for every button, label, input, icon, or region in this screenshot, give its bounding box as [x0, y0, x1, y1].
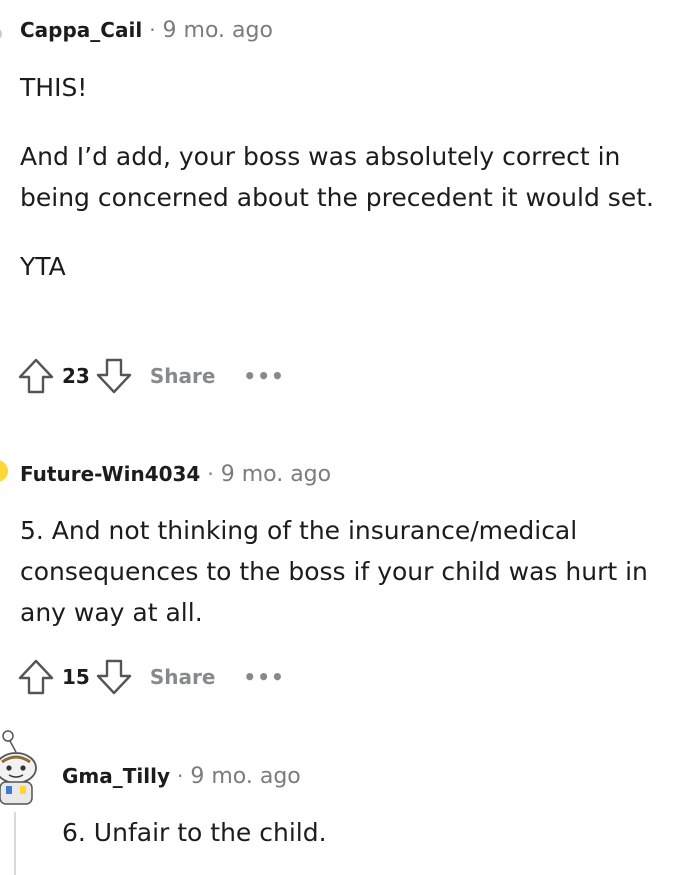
comment-author[interactable]: Future-Win4034 — [20, 462, 200, 486]
comment-actions: 15 Share ••• — [16, 657, 285, 697]
comment-paragraph: And I’d add, your boss was absolutely co… — [20, 142, 654, 212]
snoo-avatar-icon[interactable] — [0, 728, 46, 808]
downvote-icon[interactable] — [94, 356, 134, 396]
comment-timestamp[interactable]: 9 mo. ago — [221, 462, 331, 487]
meta-separator: · — [177, 764, 184, 788]
comment-author[interactable]: Cappa_Cail — [20, 18, 142, 42]
comment-paragraph: YTA — [20, 252, 66, 281]
vote-score: 23 — [62, 364, 90, 388]
comment-body: 5. And not thinking of the insurance/med… — [20, 510, 680, 633]
share-button[interactable]: Share — [150, 364, 216, 388]
comment-actions: 23 Share ••• — [16, 356, 285, 396]
comment-paragraph: 5. And not thinking of the insurance/med… — [20, 516, 648, 627]
avatar[interactable] — [0, 460, 8, 482]
comment-body: THIS! And I’d add, your boss was absolut… — [20, 67, 660, 287]
comment-body: 6. Unfair to the child. — [62, 812, 662, 853]
comment-author[interactable]: Gma_Tilly — [62, 764, 170, 788]
comment-timestamp[interactable]: 9 mo. ago — [190, 764, 300, 789]
upvote-icon[interactable] — [16, 657, 56, 697]
meta-separator: · — [207, 462, 214, 486]
share-button[interactable]: Share — [150, 665, 216, 689]
comment-meta: Cappa_Cail · 9 mo. ago — [20, 18, 273, 43]
downvote-icon[interactable] — [94, 657, 134, 697]
meta-separator: · — [149, 18, 156, 42]
comment-timestamp[interactable]: 9 mo. ago — [163, 18, 273, 43]
avatar[interactable] — [0, 28, 2, 40]
comment-meta: Gma_Tilly · 9 mo. ago — [62, 764, 301, 789]
comment-paragraph: 6. Unfair to the child. — [62, 818, 327, 847]
upvote-icon[interactable] — [16, 356, 56, 396]
more-options-button[interactable]: ••• — [243, 364, 284, 388]
more-options-button[interactable]: ••• — [243, 665, 284, 689]
comment-paragraph: THIS! — [20, 73, 88, 102]
vote-score: 15 — [62, 665, 90, 689]
thread-line[interactable] — [14, 812, 16, 875]
comment-meta: Future-Win4034 · 9 mo. ago — [20, 462, 331, 487]
